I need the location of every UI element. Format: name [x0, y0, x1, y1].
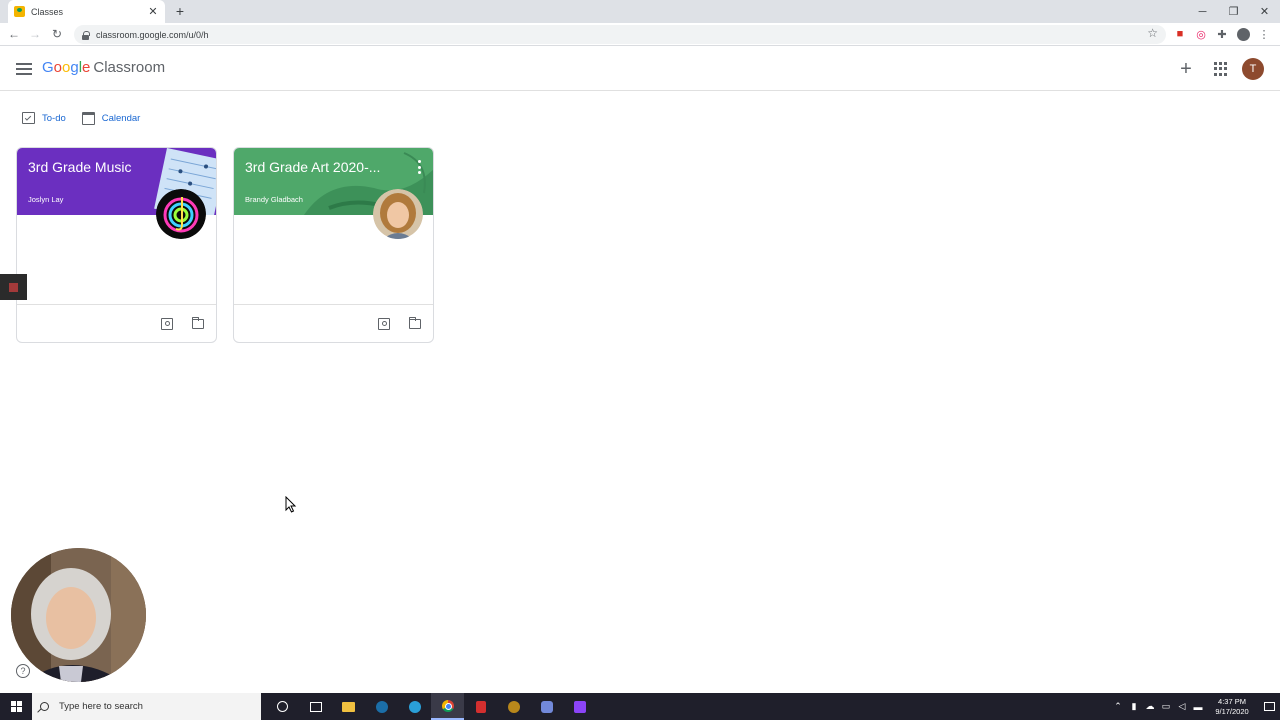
puzzle-icon[interactable]: ✚ — [1214, 26, 1230, 42]
calendar-link[interactable]: Calendar — [81, 108, 141, 128]
notifications-icon[interactable] — [1258, 693, 1280, 720]
todo-label: To-do — [42, 112, 66, 124]
edge-icon[interactable] — [398, 693, 431, 720]
help-icon[interactable]: ? — [16, 664, 30, 678]
windows-taskbar: Type here to search ⌃ ▮ ☁ ▭ ◁ ▬ 4:37 PM … — [0, 693, 1280, 720]
class-title[interactable]: 3rd Grade Art 2020-... — [245, 159, 380, 175]
address-bar[interactable]: classroom.google.com/u/0/h ☆ — [74, 25, 1166, 44]
taskbar-search-placeholder[interactable]: Type here to search — [59, 701, 143, 712]
music-class-avatar — [156, 189, 206, 239]
more-vert-icon[interactable]: ⋮ — [1256, 26, 1272, 42]
class-title[interactable]: 3rd Grade Music — [28, 159, 131, 175]
clock-time: 4:37 PM — [1218, 696, 1246, 706]
main-menu-icon[interactable] — [14, 60, 34, 78]
onedrive-icon[interactable]: ☁ — [1142, 693, 1158, 720]
class-options-icon[interactable] — [417, 160, 421, 174]
account-avatar[interactable]: T — [1242, 58, 1264, 80]
close-window-button[interactable]: ✕ — [1249, 0, 1280, 23]
network-icon[interactable]: ▭ — [1158, 693, 1174, 720]
restore-button[interactable]: ❐ — [1218, 0, 1249, 23]
taskbar-clock[interactable]: 4:37 PM 9/17/2020 — [1206, 697, 1258, 717]
recorder-widget[interactable] — [0, 274, 27, 300]
logo-product-name: Classroom — [93, 59, 166, 76]
class-teacher[interactable]: Brandy Gladbach — [245, 195, 303, 204]
new-tab-button[interactable]: + — [172, 3, 188, 19]
subnav: To-do Calendar — [0, 108, 140, 128]
stop-record-icon[interactable] — [9, 282, 18, 292]
tab-title: Classes — [31, 6, 64, 17]
system-tray: ⌃ ▮ ☁ ▭ ◁ ▬ 4:37 PM 9/17/2020 — [1110, 693, 1280, 720]
folder-icon[interactable] — [192, 317, 204, 329]
extension-icon[interactable]: ◎ — [1193, 26, 1209, 42]
reload-button[interactable]: ↻ — [49, 26, 65, 42]
google-classroom-logo[interactable]: Google Classroom — [42, 59, 165, 76]
browser-tab-bar: Classes ✕ + ─ ❐ ✕ — [0, 0, 1280, 23]
class-teacher[interactable]: Joslyn Lay — [28, 195, 63, 204]
cortana-icon[interactable] — [266, 693, 299, 720]
calendar-label: Calendar — [101, 112, 141, 124]
extension-icon[interactable]: ■ — [1172, 26, 1188, 42]
classroom-favicon-icon — [14, 6, 25, 17]
class-card-footer — [17, 304, 216, 342]
search-icon — [40, 702, 49, 711]
task-view-icon[interactable] — [299, 693, 332, 720]
folder-icon[interactable] — [409, 317, 421, 329]
close-tab-icon[interactable]: ✕ — [145, 4, 161, 20]
create-or-join-class-button[interactable]: + — [1176, 59, 1196, 79]
your-work-icon[interactable] — [378, 318, 390, 330]
class-card-music[interactable]: 3rd Grade Music Joslyn Lay — [16, 147, 217, 343]
class-card-art[interactable]: 3rd Grade Art 2020-... Brandy Gladbach — [233, 147, 434, 343]
windows-start-icon[interactable] — [0, 693, 32, 720]
volume-icon[interactable]: ◁ — [1174, 693, 1190, 720]
minimize-button[interactable]: ─ — [1187, 0, 1218, 23]
keyboard-icon[interactable]: ▬ — [1190, 693, 1206, 720]
webcam-overlay — [11, 548, 146, 682]
clock-date: 9/17/2020 — [1215, 706, 1249, 716]
profile-icon[interactable] — [1235, 26, 1251, 42]
discord-icon[interactable] — [530, 693, 563, 720]
browser-tab[interactable]: Classes ✕ — [8, 0, 165, 23]
todo-icon — [22, 112, 35, 124]
your-work-icon[interactable] — [161, 318, 173, 330]
taskbar-search[interactable]: Type here to search — [32, 693, 261, 720]
back-button[interactable]: ← — [6, 26, 22, 42]
todo-link[interactable]: To-do — [22, 108, 66, 128]
file-explorer-icon[interactable] — [332, 693, 365, 720]
pinned-apps — [266, 693, 596, 720]
red-app-icon[interactable] — [464, 693, 497, 720]
show-hidden-icons-icon[interactable]: ⌃ — [1110, 693, 1126, 720]
chrome-icon[interactable] — [431, 693, 464, 720]
forward-button[interactable]: → — [27, 26, 43, 42]
microphone-icon[interactable]: ▮ — [1126, 693, 1142, 720]
teacher-avatar — [373, 189, 423, 239]
window-controls: ─ ❐ ✕ — [1187, 0, 1280, 23]
twitch-icon[interactable] — [563, 693, 596, 720]
class-card-footer — [234, 304, 433, 342]
warcraft-icon[interactable] — [497, 693, 530, 720]
bookmark-star-icon[interactable]: ☆ — [1147, 26, 1158, 40]
browser-toolbar: ← → ↻ classroom.google.com/u/0/h ☆ ■ ◎ ✚… — [0, 23, 1280, 46]
url-text[interactable]: classroom.google.com/u/0/h — [96, 30, 209, 40]
google-apps-icon[interactable] — [1212, 60, 1230, 78]
app-header: Google Classroom + T — [0, 47, 1280, 91]
extensions-area: ■ ◎ ✚ ⋮ — [1172, 26, 1272, 42]
lock-icon[interactable] — [82, 30, 90, 40]
mouse-cursor-icon — [285, 496, 297, 513]
steam-icon[interactable] — [365, 693, 398, 720]
calendar-icon — [81, 111, 95, 125]
